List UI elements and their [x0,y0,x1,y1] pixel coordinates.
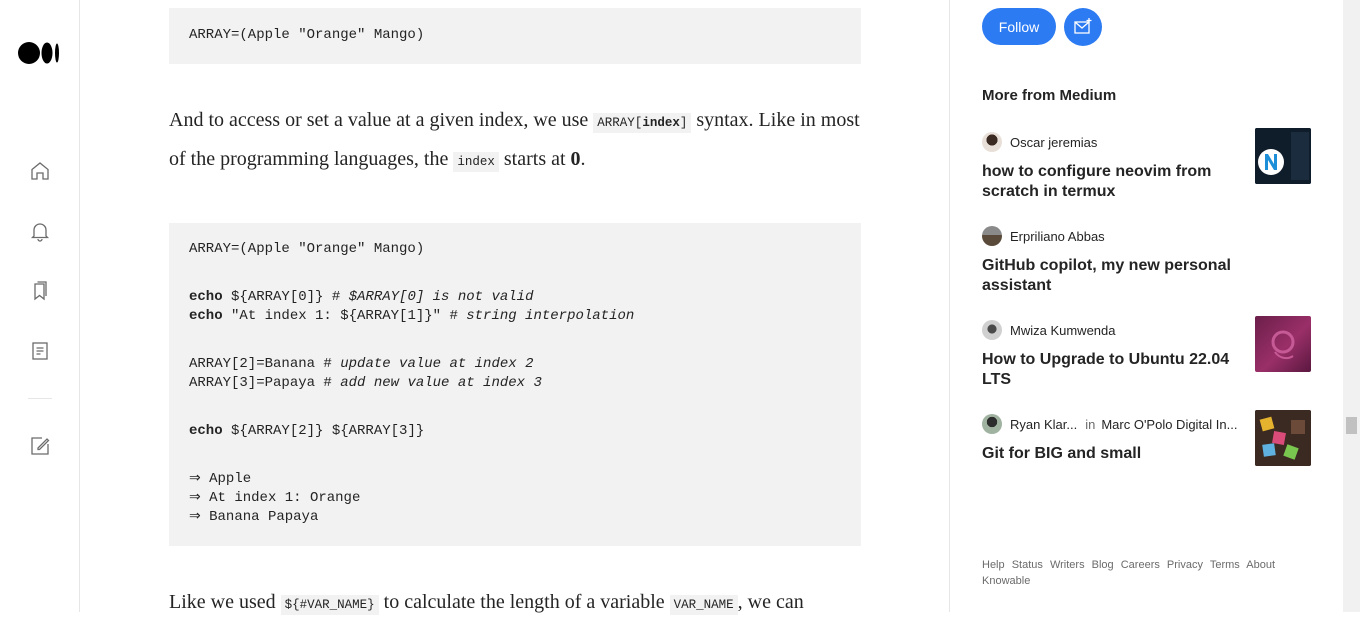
notifications-icon[interactable] [28,219,52,243]
inline-code-index: index [453,152,499,172]
code-block-1: ARRAY=(Apple "Orange" Mango) [169,8,861,64]
zero-value: 0 [570,148,581,170]
output-line: ⇒ Apple [189,471,252,487]
story-title[interactable]: GitHub copilot, my new personal assistan… [982,256,1237,296]
story-thumbnail[interactable] [1255,128,1311,184]
right-sidebar: Follow More from Medium Oscar jeremias h… [949,0,1345,612]
stories-icon[interactable] [28,339,52,363]
footer-link-writers[interactable]: Writers [1050,559,1085,571]
code-line: echo ${ARRAY[2]} ${ARRAY[3]} [189,423,425,439]
subscribe-email-button[interactable] [1064,8,1102,46]
story-author[interactable]: Erpriliano Abbas [982,226,1105,246]
footer-link-careers[interactable]: Careers [1121,559,1160,571]
paragraph-index-access: And to access or set a value at a given … [169,109,860,172]
avatar [982,132,1002,152]
story-title[interactable]: Git for BIG and small [982,444,1237,464]
story-author[interactable]: Mwiza Kumwenda [982,320,1116,340]
paragraph-length: Like we used ${#VAR_NAME} to calculate t… [169,591,804,615]
code-line: echo ${ARRAY[0]} # $ARRAY[0] is not vali… [189,289,534,305]
footer-link-knowable[interactable]: Knowable [982,575,1030,587]
story-author[interactable]: Ryan Klar... in Marc O'Polo Digital In... [982,414,1237,434]
footer-link-terms[interactable]: Terms [1210,559,1240,571]
inline-code-var-name: VAR_NAME [669,595,738,615]
publication-name[interactable]: Marc O'Polo Digital In... [1101,417,1237,432]
scrollbar[interactable] [1343,0,1360,612]
code-block-2: ARRAY=(Apple "Orange" Mango) echo ${ARRA… [169,223,861,546]
inline-code-var-length: ${#VAR_NAME} [280,595,379,615]
write-icon[interactable] [28,434,52,458]
inline-code-array-index: ARRAY[index] [593,113,692,133]
avatar [982,320,1002,340]
scrollbar-thumb[interactable] [1346,417,1357,434]
follow-button[interactable]: Follow [982,8,1056,45]
code-line: ARRAY=(Apple "Orange" Mango) [189,27,425,43]
mail-plus-icon [1074,18,1092,34]
footer-link-about[interactable]: About [1246,559,1275,571]
story-title[interactable]: how to configure neovim from scratch in … [982,162,1237,202]
story-author[interactable]: Oscar jeremias [982,132,1097,152]
output-line: ⇒ Banana Papaya [189,509,319,525]
footer-link-blog[interactable]: Blog [1092,559,1114,571]
medium-logo[interactable] [18,41,62,65]
footer-link-privacy[interactable]: Privacy [1167,559,1203,571]
nav-divider [28,398,52,399]
story-title[interactable]: How to Upgrade to Ubuntu 22.04 LTS [982,350,1237,390]
footer-link-help[interactable]: Help [982,559,1005,571]
bookmarks-icon[interactable] [28,279,52,303]
avatar [982,226,1002,246]
code-line: ARRAY=(Apple "Orange" Mango) [189,241,425,257]
story-thumbnail[interactable] [1255,410,1311,466]
story-thumbnail[interactable] [1255,316,1311,372]
code-line: ARRAY[2]=Banana # update value at index … [189,356,534,372]
output-line: ⇒ At index 1: Orange [189,490,361,506]
left-nav-rail [0,0,80,612]
code-line: ARRAY[3]=Papaya # add new value at index… [189,375,542,391]
more-from-medium-heading: More from Medium [982,87,1117,104]
home-icon[interactable] [28,159,52,183]
avatar [982,414,1002,434]
footer-link-status[interactable]: Status [1012,559,1043,571]
footer-links: Help Status Writers Blog Careers Privacy… [982,557,1292,589]
code-line: echo "At index 1: ${ARRAY[1]}" # string … [189,308,635,324]
